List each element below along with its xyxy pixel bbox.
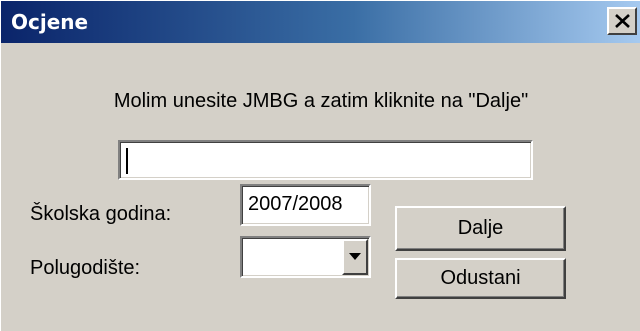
school-year-label: Školska godina:	[30, 203, 172, 225]
semester-dropdown-button[interactable]	[342, 239, 368, 275]
close-button[interactable]	[607, 7, 637, 35]
school-year-value: 2007/2008	[248, 193, 343, 215]
instruction-text: Molim unesite JMBG a zatim kliknite na "…	[113, 90, 529, 112]
semester-select[interactable]	[240, 236, 371, 278]
close-icon	[615, 14, 630, 28]
jmbg-input[interactable]	[118, 140, 533, 180]
title-bar[interactable]: Ocjene	[1, 1, 640, 43]
dialog-window: Ocjene Molim unesite JMBG a zatim klikni…	[0, 0, 640, 331]
text-caret	[126, 148, 128, 174]
next-button[interactable]: Dalje	[395, 206, 566, 251]
cancel-button[interactable]: Odustani	[395, 258, 566, 299]
chevron-down-icon	[349, 253, 361, 260]
window-title: Ocjene	[11, 10, 89, 34]
semester-label: Polugodište:	[30, 257, 141, 279]
school-year-input[interactable]: 2007/2008	[240, 184, 371, 226]
